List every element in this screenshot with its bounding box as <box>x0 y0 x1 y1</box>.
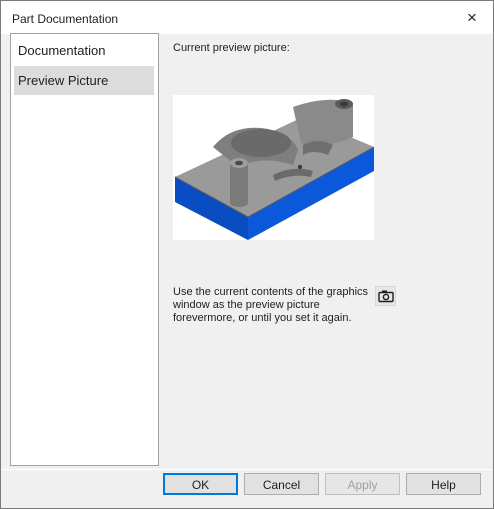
close-icon[interactable]: × <box>461 7 483 29</box>
divider <box>1 469 493 470</box>
ok-button[interactable]: OK <box>163 473 238 495</box>
nav-item-preview-picture[interactable]: Preview Picture <box>14 66 154 95</box>
dialog-title: Part Documentation <box>12 12 119 26</box>
preview-picture <box>173 95 375 240</box>
description-line: Use the current contents of the graphics <box>173 286 369 298</box>
nav-item-documentation[interactable]: Documentation <box>14 36 154 65</box>
part-documentation-dialog: Part Documentation × Documentation Previ… <box>0 0 494 509</box>
part-preview-image <box>174 99 375 240</box>
camera-icon <box>378 290 394 303</box>
title-bar: Part Documentation × <box>1 1 493 34</box>
apply-button[interactable]: Apply <box>325 473 400 495</box>
cancel-button[interactable]: Cancel <box>244 473 319 495</box>
help-button[interactable]: Help <box>406 473 481 495</box>
section-list: Documentation Preview Picture <box>10 33 159 466</box>
set-preview-description: Use the current contents of the graphics… <box>173 286 373 325</box>
set-preview-button[interactable] <box>375 286 396 306</box>
preview-heading: Current preview picture: <box>173 42 290 54</box>
description-line: forevermore, or until you set it again. <box>173 312 352 324</box>
description-line: window as the preview picture <box>173 299 320 311</box>
